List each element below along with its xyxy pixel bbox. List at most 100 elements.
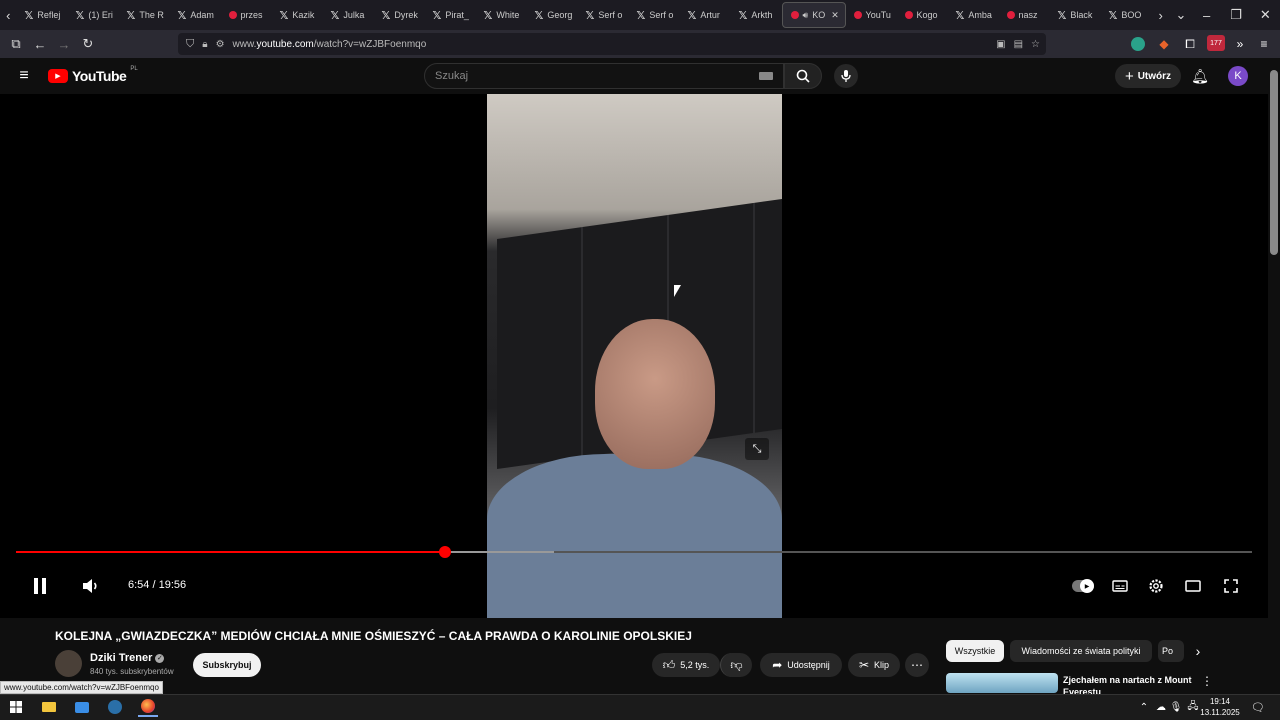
steam-icon[interactable] xyxy=(105,697,125,717)
reader-view-icon[interactable]: ▤ xyxy=(1014,39,1023,50)
volume-button[interactable] xyxy=(80,576,102,596)
file-explorer-icon[interactable] xyxy=(39,697,59,717)
video-frame[interactable]: ⤡ xyxy=(487,94,782,618)
tabs-scroll-right-icon[interactable]: › xyxy=(1152,3,1170,27)
reload-icon[interactable]: ↻ xyxy=(76,32,100,56)
onedrive-cloud-icon[interactable]: ☁ xyxy=(1154,700,1168,714)
browser-tab[interactable]: 𝕏 Kazik xyxy=(272,0,323,30)
chip-politics-news[interactable]: Wiadomości ze świata polityki xyxy=(1010,640,1152,662)
extensions-puzzle-icon[interactable]: ⧠ xyxy=(1182,36,1198,52)
create-button[interactable]: + Utwórz xyxy=(1115,64,1181,88)
more-actions-button[interactable]: ⋯ xyxy=(905,653,929,677)
close-window-icon[interactable]: ✕ xyxy=(1251,3,1280,27)
browser-tab[interactable]: 𝕏 Arkth xyxy=(731,0,782,30)
chips-next-icon[interactable]: › xyxy=(1188,641,1208,661)
browser-tab[interactable]: 𝕏 Black xyxy=(1050,0,1101,30)
tray-expand-icon[interactable]: ⌃ xyxy=(1138,700,1150,714)
browser-tab[interactable]: 𝕏 Reflej xyxy=(17,0,68,30)
picture-in-picture-icon[interactable]: ▣ xyxy=(996,39,1005,50)
chip-more[interactable]: Po xyxy=(1158,640,1184,662)
more-tools-icon[interactable]: » xyxy=(1232,36,1248,52)
back-icon[interactable]: ← xyxy=(28,32,52,56)
lock-icon[interactable]: 🔒︎ xyxy=(202,39,207,50)
sidebar-toggle-icon[interactable]: ⧉ xyxy=(4,32,28,56)
dislike-button[interactable]: 👎︎ xyxy=(720,653,752,677)
clip-button[interactable]: ✂ Klip xyxy=(848,653,900,677)
subtitles-button[interactable] xyxy=(1110,577,1130,595)
app-menu-icon[interactable]: ≡ xyxy=(1256,36,1272,52)
browser-tab[interactable]: 𝕏 Adam xyxy=(170,0,221,30)
voice-search-button[interactable] xyxy=(834,64,858,88)
forward-icon[interactable]: → xyxy=(52,32,76,56)
browser-tab[interactable]: 🔊︎ KO ✕ xyxy=(781,2,846,28)
tab-list-dropdown-icon[interactable]: ⌄ xyxy=(1170,3,1192,27)
video-progress-bar[interactable] xyxy=(16,546,1252,558)
fullscreen-button[interactable] xyxy=(1221,576,1241,596)
microphone-tray-icon[interactable]: 🎙︎ xyxy=(1170,700,1183,714)
subscribe-button[interactable]: Subskrybuj xyxy=(193,653,261,677)
account-avatar[interactable]: K xyxy=(1228,66,1248,86)
recommendation-menu-icon[interactable]: ⋮ xyxy=(1200,673,1214,689)
hamburger-menu-icon[interactable]: ≡ xyxy=(14,66,34,86)
channel-avatar[interactable] xyxy=(55,650,82,677)
like-button[interactable]: 👍︎ 5,2 tys. xyxy=(652,653,720,677)
bookmark-star-icon[interactable]: ☆ xyxy=(1031,39,1040,50)
settings-button[interactable] xyxy=(1146,576,1166,596)
browser-tab[interactable]: 𝕏 Serf o xyxy=(578,0,629,30)
browser-tab[interactable]: nasz xyxy=(999,0,1050,30)
browser-tab[interactable]: 𝕏 Amba xyxy=(948,0,999,30)
restore-icon[interactable]: ❐ xyxy=(1221,3,1250,27)
notifications-bell-icon[interactable]: 🔔︎ xyxy=(1190,66,1210,86)
browser-tab[interactable]: 𝕏 Dyrek xyxy=(374,0,425,30)
autoplay-toggle[interactable]: ▶ xyxy=(1072,579,1094,593)
search-button[interactable] xyxy=(784,63,822,89)
scrollbar-thumb[interactable] xyxy=(1270,70,1278,255)
recommendation-title[interactable]: Zjechałem na nartach z Mount Everestu xyxy=(1063,674,1198,694)
taskbar-app-icon[interactable] xyxy=(72,697,92,717)
browser-tab[interactable]: 𝕏 Serf o xyxy=(629,0,680,30)
extension-fox-icon[interactable]: ◆ xyxy=(1157,37,1171,51)
vpn-extension-icon[interactable] xyxy=(1131,37,1145,51)
youtube-logo[interactable]: ▶ YouTube PL xyxy=(48,66,138,86)
minimize-icon[interactable]: – xyxy=(1192,3,1221,27)
tabs-scroll-left-icon[interactable]: ‹ xyxy=(0,3,17,27)
browser-tab[interactable]: 𝕏 (1) Eri xyxy=(68,0,119,30)
taskbar-clock[interactable]: 19:14 13.11.2025 xyxy=(1200,696,1240,718)
progress-played xyxy=(16,551,445,553)
video-title: KOLEJNA „GWIAZDECZKA” MEDIÓW CHCIAŁA MNI… xyxy=(55,629,692,643)
permissions-icon[interactable]: ⚙ xyxy=(216,39,225,50)
browser-tab[interactable]: 𝕏 White xyxy=(476,0,527,30)
browser-tab[interactable]: 𝕏 Artur xyxy=(680,0,731,30)
channel-name[interactable]: Dziki Trener ✓ xyxy=(90,652,165,664)
browser-tab[interactable]: YouTu xyxy=(846,0,897,30)
keyboard-icon[interactable] xyxy=(759,72,773,80)
browser-tab[interactable]: Kogo xyxy=(897,0,948,30)
audio-playing-icon[interactable]: 🔊︎ xyxy=(803,10,809,21)
start-windows-icon[interactable] xyxy=(6,697,26,717)
progress-scrubber-handle[interactable] xyxy=(438,546,451,558)
notifications-icon[interactable]: 🗨︎ xyxy=(1250,699,1266,715)
tab-close-icon[interactable]: ✕ xyxy=(831,10,839,21)
url-text[interactable]: www.youtube.com/watch?v=wZJBFoenmqo xyxy=(233,39,427,50)
browser-tab[interactable]: 𝕏 Georg xyxy=(527,0,578,30)
recommendation-thumbnail[interactable] xyxy=(946,673,1058,693)
firefox-icon[interactable] xyxy=(138,697,158,717)
share-button[interactable]: ➦ Udostępnij xyxy=(760,653,842,677)
pip-expand-icon[interactable]: ⤡ xyxy=(745,438,769,460)
browser-tab[interactable]: 𝕏 Julka xyxy=(323,0,374,30)
browser-tab[interactable]: 𝕏 The R xyxy=(119,0,170,30)
theater-mode-button[interactable] xyxy=(1183,577,1203,595)
search-input[interactable]: Szukaj xyxy=(424,63,784,89)
network-icon[interactable]: 🖧 xyxy=(1186,700,1200,714)
time-separator: / xyxy=(149,579,159,591)
extension-badge-icon[interactable]: 177 xyxy=(1207,35,1225,51)
url-bar[interactable]: ⛉ 🔒︎ ⚙ www.youtube.com/watch?v=wZJBFoenm… xyxy=(178,33,1046,55)
pause-button[interactable] xyxy=(28,575,52,597)
browser-tab[interactable]: 𝕏 BOO xyxy=(1101,0,1152,30)
tab-label: przes xyxy=(240,10,263,20)
chip-all[interactable]: Wszystkie xyxy=(946,640,1004,662)
shield-icon[interactable]: ⛉ xyxy=(186,38,194,51)
url-path: /watch?v=wZJBFoenmqo xyxy=(313,38,427,50)
browser-tab[interactable]: 𝕏 Pirat_ xyxy=(425,0,476,30)
browser-tab[interactable]: przes xyxy=(221,0,272,30)
